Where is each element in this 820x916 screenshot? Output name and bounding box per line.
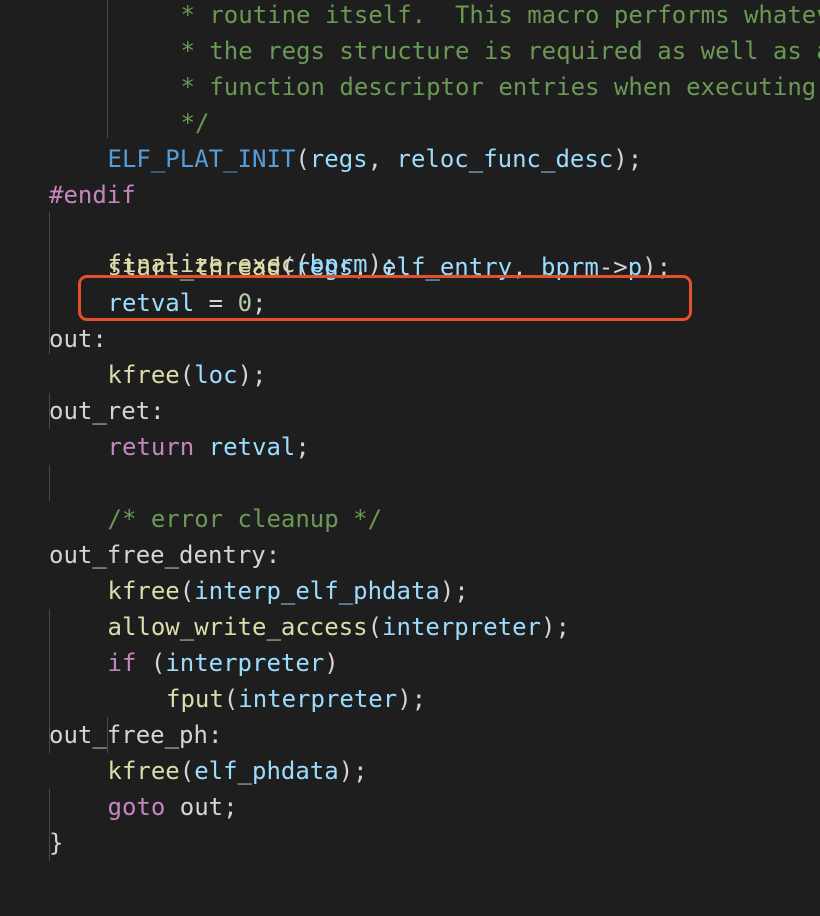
code-token-comment: */ <box>166 109 210 137</box>
code-token-plain: ( <box>179 361 195 389</box>
code-token-preprocessor: #endif <box>49 181 136 209</box>
code-token-plain: out_free_ph: <box>49 721 223 749</box>
code-token-variable: elf_phdata <box>194 757 339 785</box>
code-token-plain: , <box>512 253 541 281</box>
code-token-plain: ); <box>541 613 570 641</box>
code-token-plain: ); <box>397 685 427 713</box>
code-token-comment: * the regs structure is required as well… <box>166 37 820 65</box>
code-token-plain: ); <box>642 253 672 281</box>
code-token-comment: * function descriptor entries when execu… <box>166 73 820 101</box>
code-line: * routine itself. This macro performs wh… <box>166 0 820 33</box>
code-line: kfree(elf_phdata); <box>108 753 368 789</box>
code-line: start_thread(regs, elf_entry, bprm->p); <box>108 249 672 285</box>
code-line: ELF_PLAT_INIT(regs, reloc_func_desc); <box>108 141 643 177</box>
code-line: * function descriptor entries when execu… <box>166 69 820 105</box>
code-token-variable: regs <box>295 253 354 281</box>
code-line: out_ret: <box>49 393 165 429</box>
code-token-comment: /* error cleanup */ <box>107 505 383 533</box>
code-token-keyword: return <box>107 433 195 461</box>
code-editor[interactable]: finalize_exec(bprm); * routine itself. T… <box>0 0 820 916</box>
code-line: #endif <box>49 177 136 213</box>
code-token-plain: ( <box>295 145 310 173</box>
code-line: return retval; <box>108 429 310 465</box>
code-token-variable: p <box>627 253 643 281</box>
code-line: goto out; <box>108 789 238 825</box>
code-line: kfree(loc); <box>108 357 267 393</box>
code-token-function: fput <box>166 685 224 713</box>
code-line: * the regs structure is required as well… <box>166 33 820 69</box>
code-token-plain: ); <box>439 577 469 605</box>
code-token-function: kfree <box>107 577 180 605</box>
code-line: fput(interpreter); <box>166 681 426 717</box>
code-token-plain: ); <box>338 757 368 785</box>
code-line: */ <box>166 105 209 141</box>
code-token-variable: retval <box>208 433 296 461</box>
code-token-function: start_thread <box>107 253 281 281</box>
code-line: retval = 0; <box>108 285 267 321</box>
code-token-variable: elf_entry <box>382 253 513 281</box>
code-token-plain: } <box>49 829 64 857</box>
code-token-variable: bprm <box>541 253 599 281</box>
code-line: allow_write_access(interpreter); <box>108 609 570 645</box>
code-line: if (interpreter) <box>108 645 339 681</box>
code-line: } <box>49 825 63 861</box>
code-token-plain: out_free_dentry: <box>49 541 281 569</box>
code-token-function: kfree <box>107 757 180 785</box>
code-token-plain: ( <box>280 253 296 281</box>
code-token-plain: ( <box>179 577 195 605</box>
code-line: /* error cleanup */ <box>108 501 383 537</box>
code-token-plain: ); <box>613 145 643 173</box>
code-token-plain: = <box>194 289 238 317</box>
code-token-plain: ; <box>295 433 310 461</box>
code-token-plain: ( <box>223 685 239 713</box>
code-token-variable: regs <box>309 145 368 173</box>
code-token-variable: interpreter <box>165 649 325 677</box>
code-token-variable: interpreter <box>382 613 541 641</box>
code-token-plain: , <box>367 145 397 173</box>
code-line: out: <box>49 321 107 357</box>
code-token-plain: ; <box>252 289 267 317</box>
code-token-keyword: goto <box>107 793 166 821</box>
code-token-plain: -> <box>598 253 628 281</box>
code-token-comment: * routine itself. This macro performs wh… <box>166 1 820 29</box>
code-token-plain: ( <box>179 757 195 785</box>
code-token-plain: out; <box>165 793 238 821</box>
code-token-plain: ( <box>136 649 166 677</box>
code-line: out_free_dentry: <box>49 537 280 573</box>
code-token-plain: out_ret: <box>49 397 165 425</box>
code-line: kfree(interp_elf_phdata); <box>108 573 469 609</box>
code-token-variable: retval <box>107 289 195 317</box>
code-token-plain: , <box>353 253 383 281</box>
code-token-number: 0 <box>237 289 253 317</box>
code-line: out_free_ph: <box>49 717 222 753</box>
indent-guide <box>49 465 50 501</box>
code-token-macro: ELF_PLAT_INIT <box>107 145 296 173</box>
code-token-function: allow_write_access <box>107 613 368 641</box>
code-token-keyword: if <box>107 649 137 677</box>
code-token-variable: interp_elf_phdata <box>194 577 440 605</box>
code-token-variable: loc <box>194 361 238 389</box>
code-token-plain: ); <box>237 361 267 389</box>
code-token-variable: interpreter <box>238 685 398 713</box>
code-token-function: kfree <box>107 361 180 389</box>
code-token-plain: ) <box>324 649 339 677</box>
code-token-variable: reloc_func_desc <box>396 145 614 173</box>
code-token-plain: out: <box>49 325 107 353</box>
code-token-plain: ( <box>367 613 383 641</box>
indent-guide <box>107 0 108 138</box>
